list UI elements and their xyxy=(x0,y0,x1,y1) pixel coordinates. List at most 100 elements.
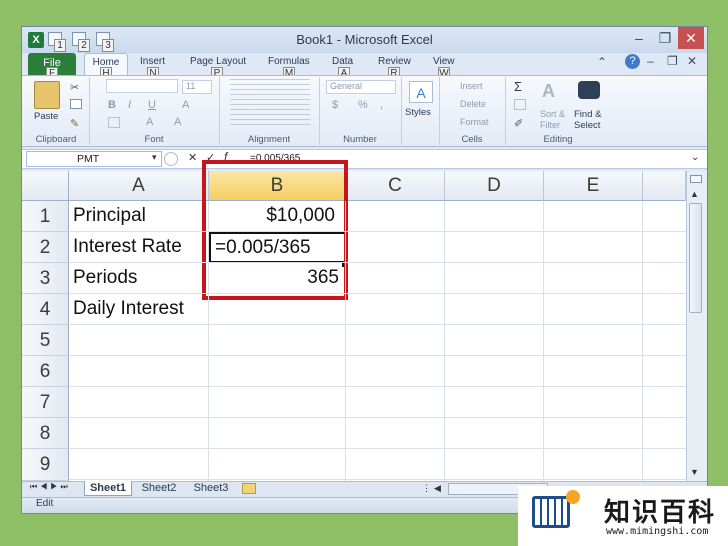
column-gridline xyxy=(345,201,346,481)
row-header[interactable]: 8 xyxy=(22,418,69,449)
underline-button[interactable]: U xyxy=(148,99,156,111)
column-header-d[interactable]: D xyxy=(445,171,544,201)
fill-color-button[interactable]: A xyxy=(146,116,153,128)
row-gridline xyxy=(69,262,686,263)
row-header[interactable]: 2 xyxy=(22,232,69,263)
doc-close-button[interactable]: ✕ xyxy=(687,54,697,68)
autosum-button[interactable]: Σ xyxy=(514,79,522,94)
font-color-button[interactable]: A xyxy=(174,116,181,128)
cell-a4[interactable]: Daily Interest xyxy=(69,294,209,325)
row-gridline xyxy=(69,355,686,356)
clear-icon[interactable]: ✐ xyxy=(514,117,523,130)
row-header[interactable]: 7 xyxy=(22,387,69,418)
cut-icon[interactable]: ✂ xyxy=(70,81,79,94)
cell-a1[interactable]: Principal xyxy=(69,201,209,232)
sort-filter-icon[interactable]: A xyxy=(542,81,555,102)
cancel-entry-button[interactable]: ✕ xyxy=(188,151,197,164)
sheet-nav-icons[interactable]: ⏮◀▶⏭ xyxy=(30,482,71,492)
percent-button[interactable]: % xyxy=(358,99,368,111)
italic-button[interactable]: I xyxy=(128,99,131,111)
status-mode: Edit xyxy=(36,498,54,509)
column-header-c[interactable]: C xyxy=(346,171,445,201)
bold-button[interactable]: B xyxy=(108,99,116,111)
insert-cells-button[interactable]: Insert xyxy=(460,81,483,91)
highlight-box xyxy=(202,160,348,300)
excel-window: X 1 2 3 Book1 - Microsoft Excel – ❐ ✕ Fi… xyxy=(21,26,708,514)
paste-icon[interactable] xyxy=(34,81,60,109)
editing-group-label: Editing xyxy=(543,134,573,145)
name-box[interactable]: PMT xyxy=(26,151,162,167)
binoculars-icon[interactable] xyxy=(578,81,600,99)
doc-restore-button[interactable]: ❐ xyxy=(667,54,678,68)
delete-cells-button[interactable]: Delete xyxy=(460,99,486,109)
column-header-f[interactable] xyxy=(643,171,686,201)
column-gridline xyxy=(543,201,544,481)
help-icon[interactable]: ? xyxy=(625,54,640,69)
format-painter-icon[interactable]: ✎ xyxy=(70,117,79,130)
cell-a2[interactable]: Interest Rate xyxy=(69,232,209,263)
watermark-title: 知识百科 xyxy=(604,497,717,527)
find-select-label[interactable]: Find & xyxy=(574,109,601,120)
ribbon-minimize-icon[interactable]: ⌃ xyxy=(597,55,607,69)
copy-icon[interactable] xyxy=(70,99,82,109)
comma-button[interactable]: , xyxy=(380,99,383,111)
currency-button[interactable]: $ xyxy=(332,99,338,111)
cells-group-label: Cells xyxy=(461,134,483,145)
watermark-panel: 知识百科 www.mimingshi.com xyxy=(518,486,728,546)
font-name-dropdown[interactable] xyxy=(106,79,178,93)
borders-icon[interactable] xyxy=(108,117,120,128)
split-box-icon[interactable] xyxy=(690,175,702,183)
row-gridline xyxy=(69,448,686,449)
scroll-left-icon[interactable]: ◀ xyxy=(434,483,441,494)
close-button[interactable]: ✕ xyxy=(678,27,704,49)
number-format-dropdown[interactable]: General xyxy=(326,80,396,94)
scroll-up-icon[interactable]: ▲ xyxy=(690,189,699,199)
minimize-button[interactable]: – xyxy=(626,27,652,49)
row-header[interactable]: 1 xyxy=(22,201,69,232)
column-gridline xyxy=(642,201,643,481)
fill-icon[interactable] xyxy=(514,99,526,110)
row-header[interactable]: 9 xyxy=(22,449,69,481)
paste-label[interactable]: Paste xyxy=(34,111,58,122)
insert-sheet-icon[interactable] xyxy=(242,483,256,494)
number-group-label: Number xyxy=(343,134,377,145)
row-gridline xyxy=(69,386,686,387)
watermark-book-icon xyxy=(532,496,570,528)
select-all-corner[interactable] xyxy=(22,171,69,201)
sheet-tab-3[interactable]: Sheet3 xyxy=(186,481,236,496)
formula-bar-expand-icon[interactable]: ⌄ xyxy=(691,152,699,163)
font-group-label: Font xyxy=(144,134,164,145)
row-header[interactable]: 5 xyxy=(22,325,69,356)
maximize-button[interactable]: ❐ xyxy=(652,27,678,49)
row-header[interactable]: 6 xyxy=(22,356,69,387)
scroll-down-icon[interactable]: ▼ xyxy=(690,467,699,477)
name-box-dropdown-icon[interactable]: ▾ xyxy=(152,152,157,163)
formula-bar-toggle-icon[interactable] xyxy=(164,152,178,166)
row-gridline xyxy=(69,231,686,232)
doc-minimize-button[interactable]: – xyxy=(647,54,654,68)
watermark-bulb-icon xyxy=(566,490,580,504)
sort-filter-label[interactable]: Sort & xyxy=(540,109,565,119)
row-header[interactable]: 3 xyxy=(22,263,69,294)
sheet-tab-2[interactable]: Sheet2 xyxy=(134,481,184,496)
row-header[interactable]: 4 xyxy=(22,294,69,325)
sheet-tab-1[interactable]: Sheet1 xyxy=(84,481,132,496)
sort-filter-label-2[interactable]: Filter xyxy=(540,120,560,130)
column-header-e[interactable]: E xyxy=(544,171,643,201)
column-gridline xyxy=(208,201,209,481)
column-gridline xyxy=(444,201,445,481)
tab-split-icon[interactable]: ⋮ xyxy=(422,483,434,495)
format-cells-button[interactable]: Format xyxy=(460,117,489,127)
find-select-label-2[interactable]: Select xyxy=(574,120,600,131)
clipboard-group-label: Clipboard xyxy=(35,134,77,145)
styles-label[interactable]: Styles xyxy=(405,107,431,118)
font-size-dropdown[interactable]: 11 xyxy=(182,80,212,94)
vertical-scroll-thumb[interactable] xyxy=(689,203,702,313)
grow-font-button[interactable]: A xyxy=(182,99,189,111)
column-header-a[interactable]: A xyxy=(69,171,209,201)
row-gridline xyxy=(69,293,686,294)
alignment-icons[interactable] xyxy=(230,79,310,129)
window-title: Book1 - Microsoft Excel xyxy=(296,32,433,47)
cell-a3[interactable]: Periods xyxy=(69,263,209,294)
styles-icon[interactable]: A xyxy=(409,81,433,103)
